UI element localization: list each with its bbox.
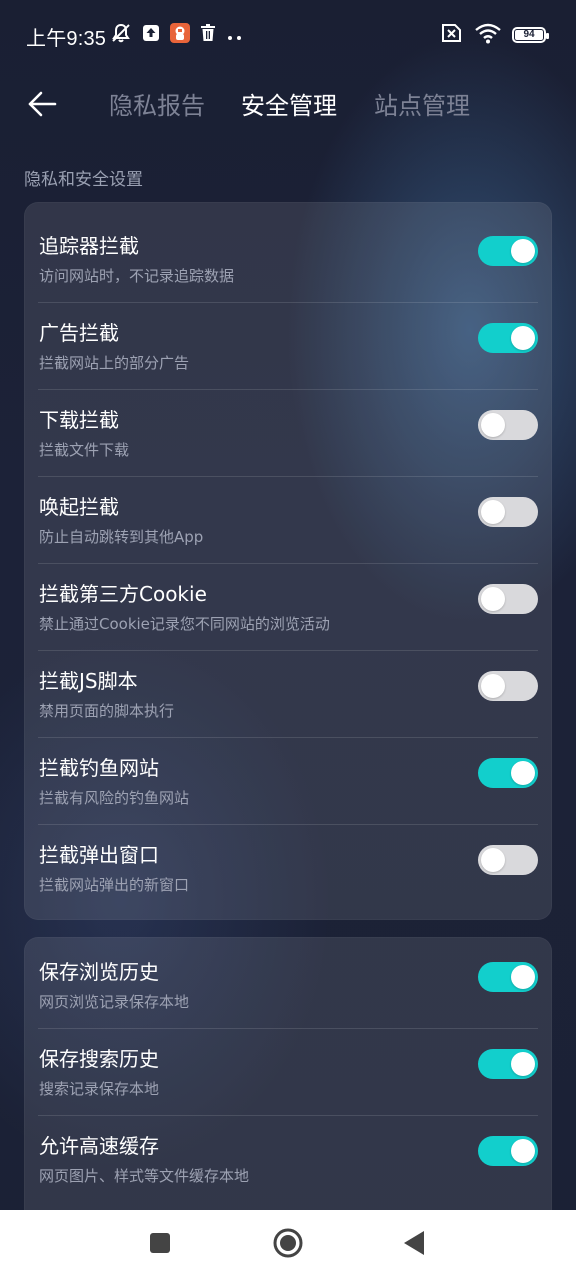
third-party-cookie-toggle[interactable] bbox=[478, 584, 538, 614]
toggle-knob bbox=[511, 1139, 535, 1163]
setting-description: 防止自动跳转到其他App bbox=[39, 528, 204, 546]
more-dots-icon bbox=[226, 26, 244, 45]
setting-save-search-history[interactable]: 保存搜索历史 搜索记录保存本地 bbox=[38, 1028, 538, 1115]
setting-description: 禁止通过Cookie记录您不同网站的浏览活动 bbox=[39, 615, 330, 633]
notification-muted-icon bbox=[110, 22, 132, 48]
header: 隐私报告 安全管理 站点管理 bbox=[0, 70, 576, 142]
setting-title: 拦截弹出窗口 bbox=[39, 843, 159, 867]
setting-title: 唤起拦截 bbox=[39, 495, 119, 519]
setting-title: 保存搜索历史 bbox=[39, 1047, 159, 1071]
battery-level: 94 bbox=[515, 30, 543, 40]
setting-description: 搜索记录保存本地 bbox=[39, 1080, 160, 1098]
setting-title: 允许高速缓存 bbox=[39, 1134, 159, 1158]
setting-description: 拦截有风险的钓鱼网站 bbox=[39, 789, 190, 807]
toggle-knob bbox=[481, 587, 505, 611]
setting-title: 拦截JS脚本 bbox=[39, 669, 138, 693]
app-notification-icon bbox=[170, 23, 190, 47]
system-nav-bar bbox=[0, 1210, 576, 1280]
toggle-knob bbox=[511, 326, 535, 350]
setting-save-browsing-history[interactable]: 保存浏览历史 网页浏览记录保存本地 bbox=[38, 942, 538, 1028]
save-browsing-history-toggle[interactable] bbox=[478, 962, 538, 992]
tracker-blocking-toggle[interactable] bbox=[478, 236, 538, 266]
back-nav-button[interactable] bbox=[396, 1227, 432, 1263]
ad-blocking-toggle[interactable] bbox=[478, 323, 538, 353]
setting-allow-cache[interactable]: 允许高速缓存 网页图片、样式等文件缓存本地 bbox=[38, 1115, 538, 1202]
setting-title: 保存浏览历史 bbox=[39, 960, 159, 984]
trash-icon bbox=[200, 24, 216, 46]
allow-cache-toggle[interactable] bbox=[478, 1136, 538, 1166]
save-search-history-toggle[interactable] bbox=[478, 1049, 538, 1079]
setting-ad-blocking[interactable]: 广告拦截 拦截网站上的部分广告 bbox=[38, 302, 538, 389]
status-time: 上午9:35 bbox=[26, 28, 107, 50]
app-launch-blocking-toggle[interactable] bbox=[478, 497, 538, 527]
toggle-knob bbox=[481, 674, 505, 698]
recent-apps-button[interactable] bbox=[142, 1227, 178, 1263]
setting-title: 拦截钓鱼网站 bbox=[39, 756, 159, 780]
setting-third-party-cookie-blocking[interactable]: 拦截第三方Cookie 禁止通过Cookie记录您不同网站的浏览活动 bbox=[38, 563, 538, 650]
setting-description: 网页图片、样式等文件缓存本地 bbox=[39, 1167, 250, 1185]
section-title: 隐私和安全设置 bbox=[24, 170, 143, 190]
setting-js-blocking[interactable]: 拦截JS脚本 禁用页面的脚本执行 bbox=[38, 650, 538, 737]
history-cache-settings-card: 保存浏览历史 网页浏览记录保存本地 保存搜索历史 搜索记录保存本地 允许高速缓存… bbox=[24, 937, 552, 1237]
setting-popup-blocking[interactable]: 拦截弹出窗口 拦截网站弹出的新窗口 bbox=[38, 824, 538, 911]
setting-title: 追踪器拦截 bbox=[39, 234, 139, 258]
home-icon bbox=[272, 1227, 304, 1263]
privacy-security-settings-card: 追踪器拦截 访问网站时，不记录追踪数据 广告拦截 拦截网站上的部分广告 下载拦截… bbox=[24, 202, 552, 920]
status-bar: 上午9:35 94 bbox=[0, 0, 576, 70]
setting-description: 禁用页面的脚本执行 bbox=[39, 702, 175, 720]
phishing-blocking-toggle[interactable] bbox=[478, 758, 538, 788]
upload-icon bbox=[142, 24, 160, 46]
status-icons-left bbox=[110, 22, 244, 48]
setting-title: 广告拦截 bbox=[39, 321, 119, 345]
setting-title: 下载拦截 bbox=[39, 408, 119, 432]
toggle-knob bbox=[511, 1052, 535, 1076]
sim-off-icon bbox=[440, 23, 464, 47]
toggle-knob bbox=[481, 500, 505, 524]
setting-phishing-blocking[interactable]: 拦截钓鱼网站 拦截有风险的钓鱼网站 bbox=[38, 737, 538, 824]
toggle-knob bbox=[511, 239, 535, 263]
home-button[interactable] bbox=[270, 1227, 306, 1263]
setting-description: 拦截网站上的部分广告 bbox=[39, 354, 190, 372]
download-blocking-toggle[interactable] bbox=[478, 410, 538, 440]
tab-site-management[interactable]: 站点管理 bbox=[374, 90, 470, 122]
tab-security-management[interactable]: 安全管理 bbox=[241, 90, 337, 122]
setting-description: 拦截网站弹出的新窗口 bbox=[39, 876, 190, 894]
back-button[interactable] bbox=[20, 84, 64, 128]
setting-download-blocking[interactable]: 下载拦截 拦截文件下载 bbox=[38, 389, 538, 476]
setting-description: 访问网站时，不记录追踪数据 bbox=[39, 267, 235, 285]
recent-apps-icon bbox=[148, 1231, 172, 1259]
setting-tracker-blocking[interactable]: 追踪器拦截 访问网站时，不记录追踪数据 bbox=[38, 216, 538, 302]
setting-description: 拦截文件下载 bbox=[39, 441, 130, 459]
back-arrow-icon bbox=[27, 91, 57, 121]
battery-icon: 94 bbox=[512, 27, 549, 43]
popup-blocking-toggle[interactable] bbox=[478, 845, 538, 875]
setting-app-launch-blocking[interactable]: 唤起拦截 防止自动跳转到其他App bbox=[38, 476, 538, 563]
wifi-icon bbox=[474, 22, 502, 48]
toggle-knob bbox=[511, 761, 535, 785]
toggle-knob bbox=[511, 965, 535, 989]
tab-privacy-report[interactable]: 隐私报告 bbox=[109, 90, 205, 122]
toggle-knob bbox=[481, 413, 505, 437]
back-nav-icon bbox=[402, 1230, 426, 1260]
toggle-knob bbox=[481, 848, 505, 872]
status-icons-right: 94 bbox=[440, 22, 549, 48]
setting-title: 拦截第三方Cookie bbox=[39, 582, 207, 606]
js-blocking-toggle[interactable] bbox=[478, 671, 538, 701]
setting-description: 网页浏览记录保存本地 bbox=[39, 993, 190, 1011]
